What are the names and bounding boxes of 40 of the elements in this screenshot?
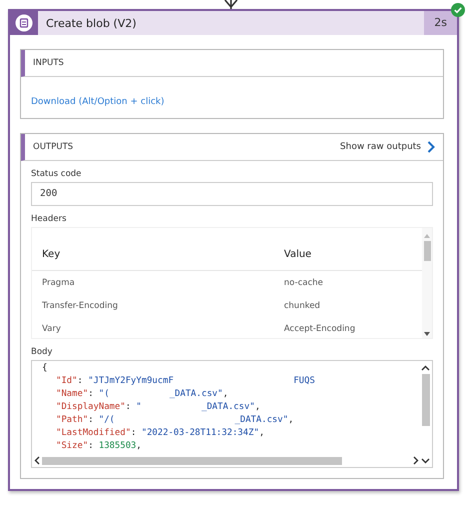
scroll-thumb[interactable] [422,374,430,426]
chevron-left-icon[interactable] [34,456,40,465]
vertical-scrollbar[interactable] [421,365,430,426]
status-code-field: 200 [31,182,433,206]
chevron-up-icon[interactable] [421,365,430,371]
download-link[interactable]: Download (Alt/Option + click) [31,97,164,107]
scroll-down-arrow-icon[interactable] [424,332,430,336]
scroll-thumb[interactable] [424,241,430,261]
headers-label: Headers [31,214,68,224]
table-cell-text: Vary [42,324,62,334]
scroll-thumb[interactable] [42,456,342,464]
outputs-heading: OUTPUTS [33,142,74,152]
code-line: "Path": "/( _DATA.csv", [55,414,295,427]
inputs-heading: INPUTS [33,58,65,68]
action-title: Create blob (V2) [45,16,138,30]
duration-label: 2s [424,11,457,35]
connector-arrow-icon [224,0,238,9]
show-raw-outputs-link[interactable]: Show raw outputs [340,142,421,152]
column-header: Key [42,248,62,260]
horizontal-scrollbar[interactable] [34,455,430,466]
table-cell-text: Transfer-Encoding [42,300,119,310]
scroll-up-arrow-icon[interactable] [424,234,430,238]
table-cell-text: Pragma [42,278,76,288]
code-line: "Size": 1385503, [55,440,142,453]
table-cell: Accept-Encoding [284,324,356,334]
chevron-down-icon[interactable] [421,458,430,464]
code-line: "Id": "JTJmY2FyYm9ucmF FUQS [55,375,316,388]
code-line: "Name": "( _DATA.csv", [55,388,230,401]
code-line: "LastModified": "2022-03-28T11:32:34Z", [55,427,266,440]
code-brace: { [42,362,48,375]
body-label: Body [31,347,54,357]
blob-icon [15,14,33,32]
code-line: "DisplayName": " _DATA.csv", [55,401,262,414]
vertical-scrollbar[interactable] [422,228,432,338]
action-header[interactable]: Create blob (V2) 2s [10,11,457,35]
status-code-label: Status code [31,169,82,179]
chevron-right-icon[interactable] [413,456,419,465]
table-cell: chunked [284,300,320,310]
column-header: Value [284,248,312,260]
table-cell: no-cache [284,278,323,288]
